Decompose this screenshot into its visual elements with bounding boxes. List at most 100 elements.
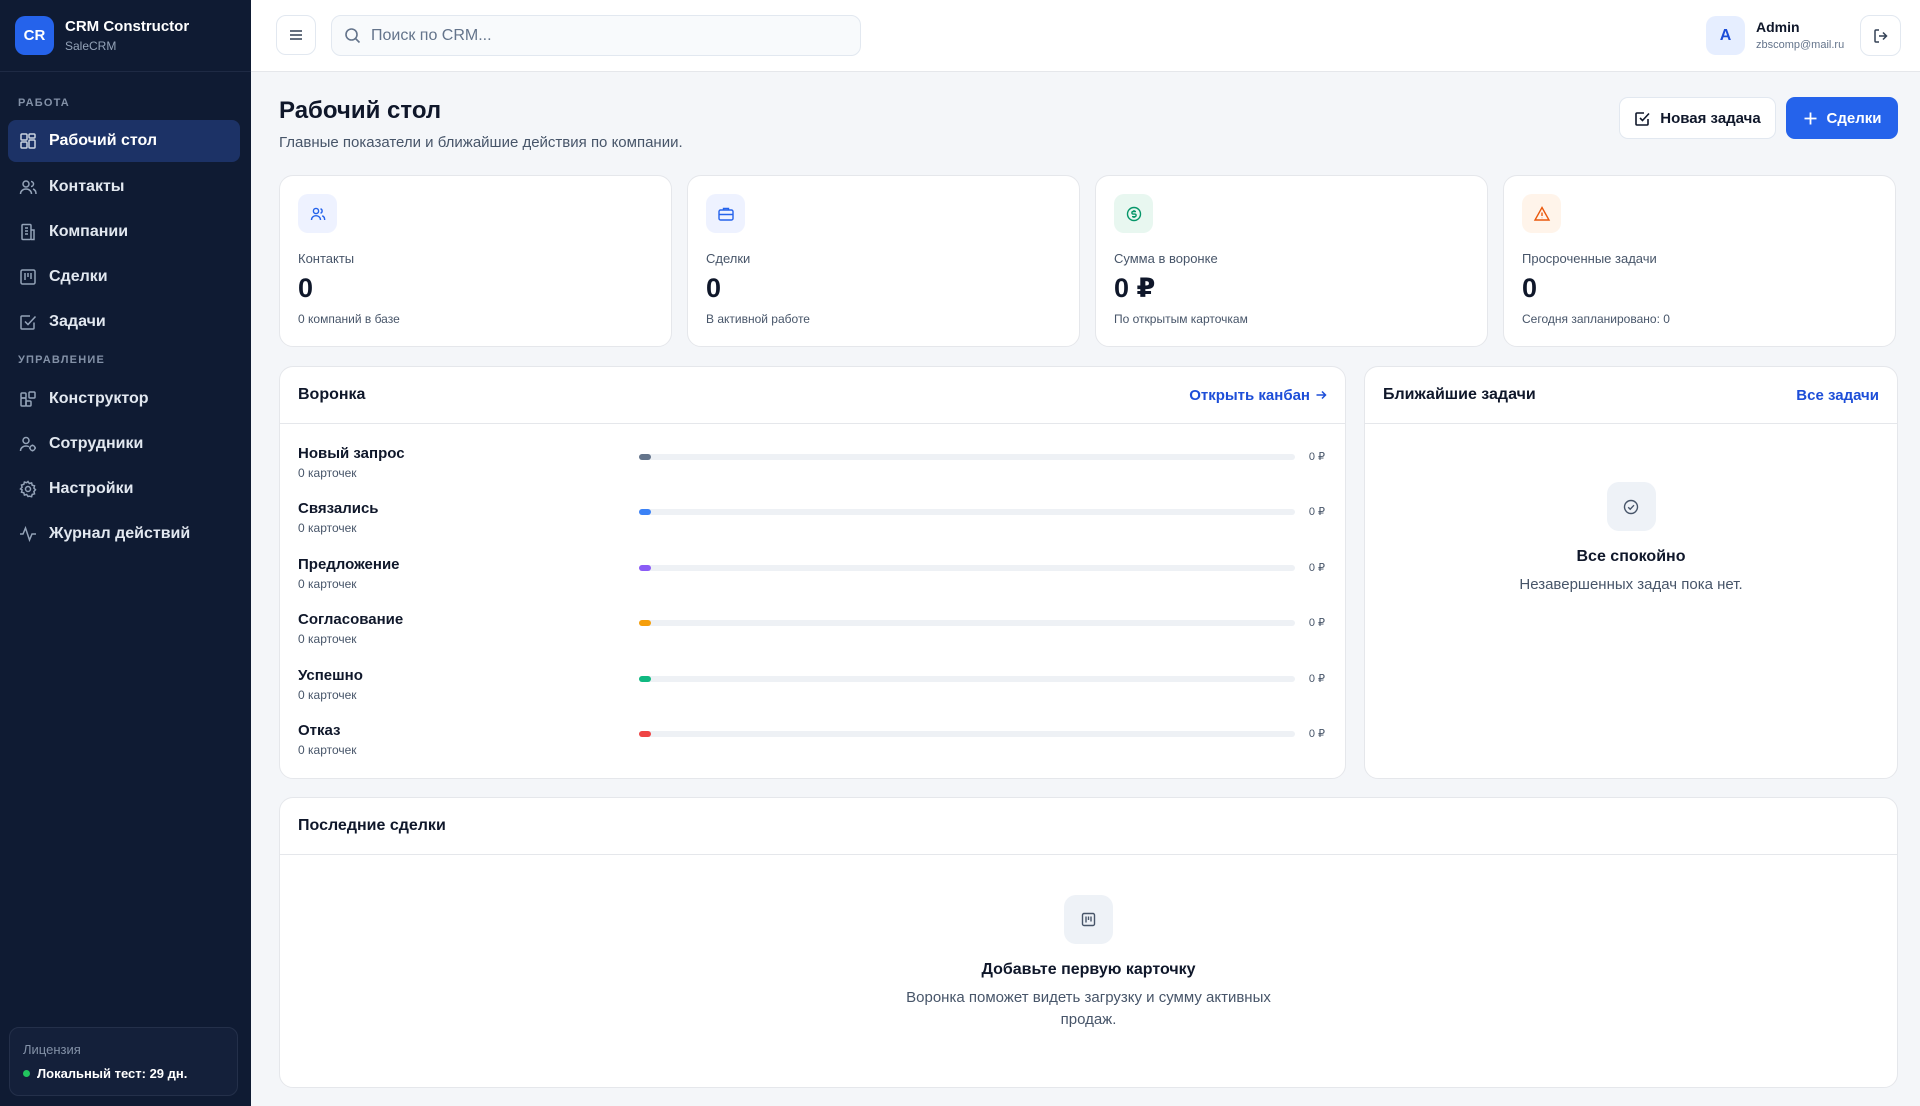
- sidebar-item-label: Рабочий стол: [49, 132, 158, 149]
- stage-name: Связались: [298, 500, 379, 518]
- search-input[interactable]: [371, 26, 841, 45]
- stage-sum: 0 ₽: [1308, 506, 1325, 519]
- stage-name: Предложение: [298, 555, 400, 573]
- stage-name: Новый запрос: [298, 445, 405, 462]
- sidebar-item-label: Конструктор: [49, 390, 149, 407]
- plus-icon: [1804, 112, 1817, 124]
- stat-hint: В активной работе: [706, 312, 810, 326]
- funnel-stage-row[interactable]: Новый запрос 0 карточек 0 ₽: [298, 445, 1328, 489]
- companies-icon: [21, 223, 35, 241]
- stage-progress-track: [639, 564, 1295, 571]
- tasks-empty-title: Все спокойно: [1576, 548, 1686, 565]
- sidebar-item-deals[interactable]: Сделки: [8, 256, 240, 298]
- stage-sum: 0 ₽: [1308, 561, 1325, 574]
- sidebar-item-label: Сотрудники: [49, 435, 144, 452]
- sidebar-item-settings[interactable]: Настройки: [8, 468, 240, 510]
- add-deal-label: Сделки: [1826, 109, 1882, 127]
- task-check-icon: [1635, 111, 1650, 126]
- sidebar-item-label: Сделки: [49, 268, 108, 285]
- sidebar-item-employees[interactable]: Сотрудники: [8, 423, 240, 465]
- stat-label: Сумма в воронке: [1114, 251, 1218, 266]
- brand-logo: CR: [15, 16, 54, 55]
- stage-progress-fill: [639, 731, 651, 737]
- license-box: Лицензия Локальный тест: 29 дн.: [9, 1027, 238, 1096]
- tasks-title: Ближайшие задачи: [1383, 386, 1536, 403]
- stage-progress-track: [639, 454, 1295, 460]
- recent-deals-empty-title: Добавьте первую карточку: [981, 961, 1196, 978]
- search-box[interactable]: [331, 15, 861, 56]
- stage-count: 0 карточек: [298, 466, 357, 480]
- recent-deals-empty-text: Воронка поможет видеть загрузку и сумму …: [906, 989, 1271, 1006]
- funnel-stage-row[interactable]: Успешно 0 карточек 0 ₽: [298, 667, 1328, 711]
- recent-deals-title: Последние сделки: [298, 817, 446, 834]
- activity-icon: [20, 525, 36, 543]
- sidebar-item-dashboard[interactable]: Рабочий стол: [8, 120, 240, 162]
- stat-card-deals: Сделки 0 В активной работе: [687, 175, 1080, 347]
- sidebar-item-companies[interactable]: Компании: [8, 211, 240, 253]
- stage-count: 0 карточек: [298, 743, 357, 757]
- stage-sum: 0 ₽: [1308, 672, 1325, 685]
- funnel-stage-row[interactable]: Согласование 0 карточек 0 ₽: [298, 611, 1328, 655]
- open-kanban-label: Открыть канбан: [1189, 386, 1310, 404]
- stage-count: 0 карточек: [298, 632, 357, 647]
- sidebar-item-tasks[interactable]: Задачи: [8, 301, 240, 343]
- stage-progress-track: [639, 620, 1295, 627]
- brand[interactable]: CR CRM Constructor SaleCRM: [0, 0, 251, 72]
- stage-sum: 0 ₽: [1308, 451, 1325, 463]
- brand-title: CRM Constructor: [65, 17, 190, 35]
- stat-value: 0: [706, 273, 722, 303]
- funnel-stage-row[interactable]: Предложение 0 карточек 0 ₽: [298, 556, 1328, 600]
- stat-card-overdue: Просроченные задачи 0 Сегодня запланиров…: [1503, 175, 1896, 347]
- stat-value: 0 ₽: [1114, 273, 1156, 303]
- all-tasks-link[interactable]: Все задачи: [1796, 387, 1879, 404]
- sidebar-item-constructor[interactable]: Конструктор: [8, 378, 240, 420]
- funnel-stage-row[interactable]: Отказ 0 карточек 0 ₽: [298, 722, 1328, 766]
- sidebar-item-activity-log[interactable]: Журнал действий: [8, 513, 240, 555]
- hamburger-icon: [290, 30, 302, 40]
- search-icon: [345, 28, 361, 44]
- page-title: Рабочий стол: [279, 97, 442, 124]
- stage-progress-track: [639, 731, 1295, 737]
- stat-value: 0: [1522, 273, 1538, 303]
- brand-subtitle: SaleCRM: [65, 38, 117, 53]
- sidebar-item-label: Задачи: [49, 313, 106, 330]
- stage-progress-fill: [639, 620, 651, 627]
- new-task-button[interactable]: Новая задача: [1619, 97, 1776, 139]
- topbar: A Admin zbscomp@mail.ru: [251, 0, 1920, 72]
- stat-card-funnel-sum: Сумма в воронке 0 ₽ По открытым карточка…: [1095, 175, 1488, 347]
- open-kanban-link[interactable]: Открыть канбан: [1189, 387, 1327, 404]
- tasks-empty-text: Незавершенных задач пока нет.: [1519, 576, 1743, 593]
- user-email: zbscomp@mail.ru: [1756, 39, 1845, 51]
- license-status: Локальный тест: 29 дн.: [23, 1066, 224, 1081]
- stat-value: 0: [298, 273, 314, 303]
- recent-deals-empty-text-2: продаж.: [1060, 1011, 1117, 1028]
- add-deal-button[interactable]: Сделки: [1786, 97, 1898, 139]
- stage-progress-track: [639, 509, 1295, 516]
- new-task-label: Новая задача: [1660, 109, 1761, 127]
- arrow-right-icon: [1316, 390, 1327, 400]
- upcoming-tasks-card: Ближайшие задачи Все задачи Все спокойно…: [1364, 366, 1898, 779]
- employees-icon: [19, 436, 36, 452]
- stage-name: Успешно: [298, 666, 363, 684]
- license-status-text: Локальный тест: 29 дн.: [37, 1066, 188, 1081]
- sidebar-item-label: Настройки: [49, 480, 134, 497]
- funnel-stage-row[interactable]: Связались 0 карточек 0 ₽: [298, 500, 1328, 544]
- section-label-manage: УПРАВЛЕНИЕ: [18, 354, 105, 366]
- sidebar-item-label: Контакты: [49, 178, 125, 195]
- sidebar-item-contacts[interactable]: Контакты: [8, 166, 240, 208]
- sidebar-item-label: Журнал действий: [49, 525, 191, 542]
- dashboard-icon: [20, 133, 36, 149]
- logout-button[interactable]: [1860, 15, 1901, 56]
- menu-toggle-button[interactable]: [276, 15, 316, 55]
- stat-hint: По открытым карточкам: [1114, 312, 1248, 326]
- avatar[interactable]: A: [1706, 16, 1745, 55]
- settings-icon: [19, 480, 37, 498]
- stage-progress-track: [639, 675, 1295, 682]
- status-dot: [23, 1070, 30, 1077]
- stage-sum: 0 ₽: [1308, 728, 1325, 740]
- stat-label: Сделки: [706, 251, 751, 266]
- sidebar: CR CRM Constructor SaleCRM РАБОТА Рабочи…: [0, 0, 251, 1106]
- stat-hint: Сегодня запланировано: 0: [1522, 312, 1670, 326]
- sidebar-item-label: Компании: [49, 223, 129, 240]
- logout-icon: [1873, 28, 1888, 43]
